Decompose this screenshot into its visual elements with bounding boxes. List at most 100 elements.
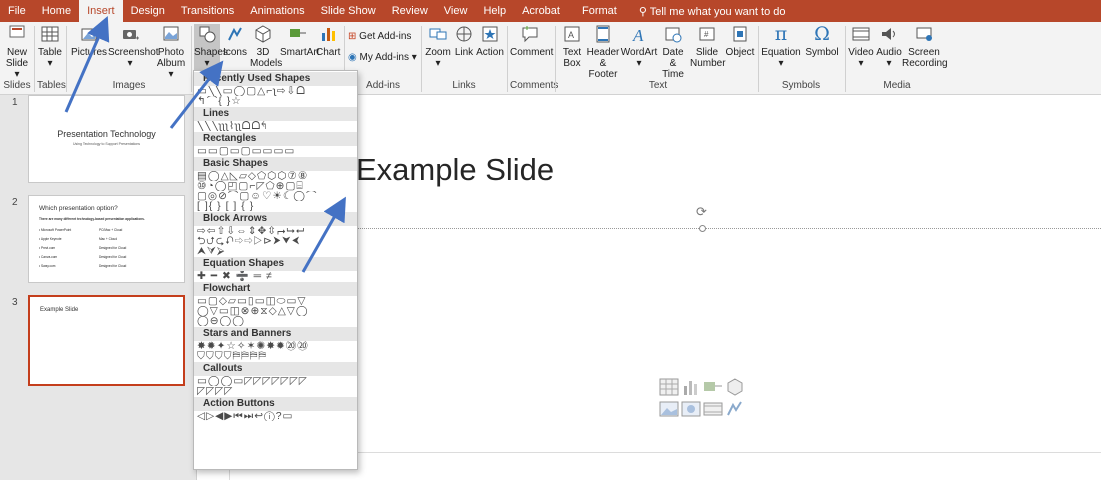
shape-gallery-row[interactable]: ◸◸◸◸ <box>194 386 357 396</box>
audio-button[interactable]: Audio ▾ <box>876 24 902 82</box>
shape-gallery-row[interactable]: [ ]{ } [ ] { } <box>194 201 357 211</box>
insert-3d-model-icon[interactable] <box>725 378 745 396</box>
get-addins-button[interactable]: ⊞ Get Add-ins <box>348 31 412 47</box>
screenshot-button[interactable]: Screenshot ▾ <box>108 24 159 82</box>
thumb-2-list: • Microsoft PowerPoint PC/Mac + Cloud • A… <box>39 228 179 273</box>
thumb-1-title: Presentation Technology <box>57 129 156 139</box>
thumb-2-row: • Sway.com Designed for Cloud <box>39 264 127 268</box>
tab-home[interactable]: Home <box>34 0 79 22</box>
shape-gallery-row[interactable]: ◁▷◀▶⏮⏭↩ⓘ?▭ <box>194 411 357 421</box>
table-button[interactable]: Table ▾ <box>37 24 63 82</box>
lightbulb-icon: ⚲ <box>638 5 650 18</box>
object-button[interactable]: Object <box>724 24 756 82</box>
slide-number-button[interactable]: # Slide Number <box>690 24 726 82</box>
screen-recording-button[interactable]: Screen Recording <box>902 24 948 82</box>
action-star-icon <box>482 26 498 42</box>
action-button[interactable]: Action <box>476 24 504 82</box>
zoom-button[interactable]: Zoom ▾ <box>424 24 452 82</box>
text-box-button[interactable]: A Text Box <box>560 24 584 82</box>
shapes-section-header: Action Buttons <box>194 397 357 411</box>
slide-thumbnail-1[interactable]: Presentation Technology Using Technology… <box>28 95 185 183</box>
shape-gallery-row[interactable]: ▤◯△◺▱◇⬠⬡⬡⑦⑧ <box>194 171 357 181</box>
insert-table-icon[interactable] <box>659 378 679 396</box>
svg-text:#: # <box>704 30 709 39</box>
shape-gallery-row[interactable]: ⇨⇦⇧⇩⇔⇕✥⇳⮣⮡⮠ <box>194 226 357 236</box>
tab-slide-show[interactable]: Slide Show <box>313 0 384 22</box>
slide-number-2: 2 <box>12 197 18 208</box>
shape-gallery-row[interactable]: ▭▭▢▭▢▭▭▭▭ <box>194 146 357 156</box>
resize-handle[interactable] <box>699 225 706 232</box>
slide-thumbnail-3[interactable]: Example Slide <box>28 295 185 386</box>
shape-gallery-row[interactable]: ╲╲╲ʅʅʅ⌇ʅʅᗝᗝ↰ <box>194 121 357 131</box>
shape-gallery-row[interactable]: ◯▽▭◫⊗⊕⧖◇△▽◯ <box>194 306 357 316</box>
shape-gallery-row[interactable]: ✸✹✦☆✧✶✺✸✹⑳⑳ <box>194 341 357 351</box>
shapes-section-header: Callouts <box>194 362 357 376</box>
photo-album-button[interactable]: Photo Album ▾ <box>154 24 188 82</box>
date-time-button[interactable]: Date & Time <box>658 24 688 82</box>
group-label-tables: Tables <box>37 80 66 91</box>
tab-format[interactable]: Format <box>574 0 625 22</box>
pi-icon: π <box>774 23 788 45</box>
slide-thumbnail-2[interactable]: Which presentation option? There are man… <box>28 195 185 283</box>
equation-button[interactable]: π Equation ▾ <box>760 24 802 82</box>
shape-gallery-row[interactable]: ⮝⮛⮚ <box>194 246 357 256</box>
video-icon <box>852 27 870 41</box>
wordart-button[interactable]: A WordArt ▾ <box>620 24 658 82</box>
symbol-button[interactable]: Ω Symbol <box>804 24 840 82</box>
new-slide-button[interactable]: New Slide ▾ <box>2 24 32 82</box>
tab-insert[interactable]: Insert <box>79 0 123 22</box>
shape-gallery-row[interactable]: ▭◯◯▭◸◸◸◸◸◸◸ <box>194 376 357 386</box>
3d-cube-icon <box>255 25 271 43</box>
insert-picture-icon[interactable] <box>659 400 679 418</box>
shape-gallery-row[interactable]: ✚ ━ ✖ ➗ ═ ≠ <box>194 271 357 281</box>
tab-transitions[interactable]: Transitions <box>173 0 242 22</box>
insert-icon-icon[interactable] <box>725 400 745 418</box>
svg-text:A: A <box>568 30 574 40</box>
photo-album-icon <box>163 26 179 41</box>
shape-gallery-row[interactable]: ⮌⮍⮎⮏⇨⇨▷⊳⮞⮟⮜ <box>194 236 357 246</box>
insert-chart-icon[interactable] <box>681 378 701 396</box>
camera-icon <box>123 30 139 40</box>
icons-icon <box>228 27 242 41</box>
tab-animations[interactable]: Animations <box>242 0 312 22</box>
shape-gallery-row[interactable]: ↰⌒{ }☆ <box>194 96 357 106</box>
insert-stock-images-icon[interactable] <box>681 400 701 418</box>
tab-acrobat[interactable]: Acrobat <box>514 0 568 22</box>
thumb-2-row: • Apple Keynote Mac + Cloud <box>39 237 117 241</box>
speaker-icon <box>882 28 895 40</box>
shape-gallery-row[interactable]: ⛉⛉⛉⛉⛿⛿⛿⛿ <box>194 351 357 361</box>
rotate-handle-icon[interactable]: ⟳ <box>696 205 707 218</box>
shape-gallery-row[interactable]: ◯⊖◯◯ <box>194 316 357 326</box>
store-icon: ⊞ <box>348 31 360 42</box>
group-label-symbols: Symbols <box>781 80 821 91</box>
tab-view[interactable]: View <box>436 0 476 22</box>
shapes-section-header: Recently Used Shapes <box>194 72 357 86</box>
new-slide-icon <box>9 25 25 38</box>
shapes-section-header: Block Arrows <box>194 212 357 226</box>
shape-gallery-row[interactable]: ⑩◔◯◰▢⌐◸⬠⊕▢⌸ <box>194 181 357 191</box>
video-button[interactable]: Video ▾ <box>848 24 874 82</box>
link-button[interactable]: Link <box>452 24 476 82</box>
shape-gallery-row[interactable]: ▭╲╲▭◯▢△⌐ʅ⇨⇩ᗝ <box>194 86 357 96</box>
my-addins-button[interactable]: ◉ My Add-ins ▾ <box>348 52 418 68</box>
pictures-button[interactable]: Pictures <box>70 24 108 82</box>
shapes-section-header: Basic Shapes <box>194 157 357 171</box>
tab-help[interactable]: Help <box>475 0 514 22</box>
tab-file[interactable]: File <box>0 0 34 22</box>
comment-button[interactable]: Comment <box>510 24 553 82</box>
object-icon <box>733 26 747 42</box>
header-footer-button[interactable]: Header & Footer <box>586 24 620 82</box>
shape-gallery-row[interactable]: ▢◎⊘⌒▢☺♡☀☾◯⌒ <box>194 191 357 201</box>
shape-gallery-row[interactable]: ▭▢◇▱▭▯▭◫⬭▭▽ <box>194 296 357 306</box>
shapes-section-header: Equation Shapes <box>194 257 357 271</box>
tell-me-box[interactable]: ⚲ Tell me what you want to do <box>639 5 786 18</box>
slide-title-placeholder[interactable]: Example Slide <box>356 152 554 188</box>
group-label-media: Media <box>883 80 911 91</box>
tab-review[interactable]: Review <box>384 0 436 22</box>
insert-smartart-icon[interactable] <box>703 378 723 396</box>
thumb-2-title: Which presentation option? <box>39 205 118 212</box>
thumb-2-row: • Prezi.com Designed for Cloud <box>39 246 127 250</box>
tab-design[interactable]: Design <box>123 0 173 22</box>
insert-video-icon[interactable] <box>703 400 723 418</box>
comment-icon <box>522 26 538 43</box>
